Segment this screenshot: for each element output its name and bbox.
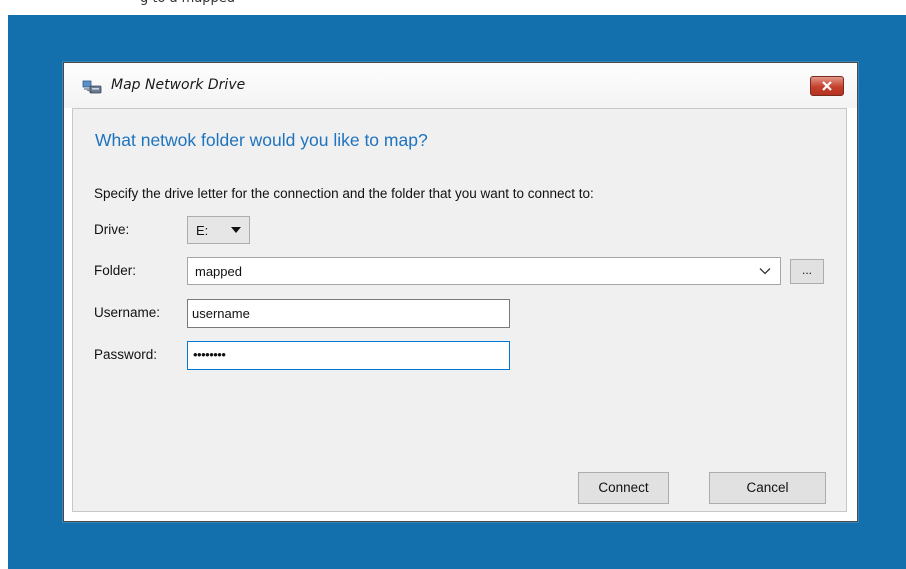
drive-value: E: bbox=[196, 223, 209, 238]
password-value: •••••••• bbox=[193, 347, 226, 362]
drive-select[interactable]: E: bbox=[187, 216, 250, 244]
dropdown-arrow-icon bbox=[231, 227, 241, 233]
title-bar[interactable]: Map Network Drive bbox=[64, 63, 857, 108]
dialog-content: What netwok folder would you like to map… bbox=[72, 108, 847, 512]
drive-label: Drive: bbox=[94, 222, 130, 237]
close-button[interactable] bbox=[810, 76, 844, 96]
partial-caption-text: g to a mapped bbox=[140, 0, 235, 9]
password-label: Password: bbox=[94, 347, 158, 362]
browse-button[interactable]: ... bbox=[790, 259, 824, 284]
dialog-heading: What netwok folder would you like to map… bbox=[95, 130, 428, 150]
folder-value: mapped bbox=[195, 264, 242, 279]
map-network-drive-window: Map Network Drive What netwok folder wou… bbox=[63, 62, 858, 522]
window-title: Map Network Drive bbox=[111, 77, 246, 93]
username-input[interactable]: username bbox=[187, 299, 510, 328]
folder-combobox[interactable]: mapped bbox=[187, 257, 781, 285]
network-drive-icon bbox=[82, 80, 102, 94]
folder-label: Folder: bbox=[94, 263, 137, 278]
username-label: Username: bbox=[94, 305, 161, 320]
chevron-down-icon[interactable] bbox=[758, 264, 772, 278]
password-input[interactable]: •••••••• bbox=[187, 341, 510, 370]
close-icon bbox=[822, 81, 832, 91]
instruction-text: Specify the drive letter for the connect… bbox=[94, 186, 594, 201]
cancel-button[interactable]: Cancel bbox=[709, 472, 826, 504]
connect-button[interactable]: Connect bbox=[578, 472, 669, 504]
